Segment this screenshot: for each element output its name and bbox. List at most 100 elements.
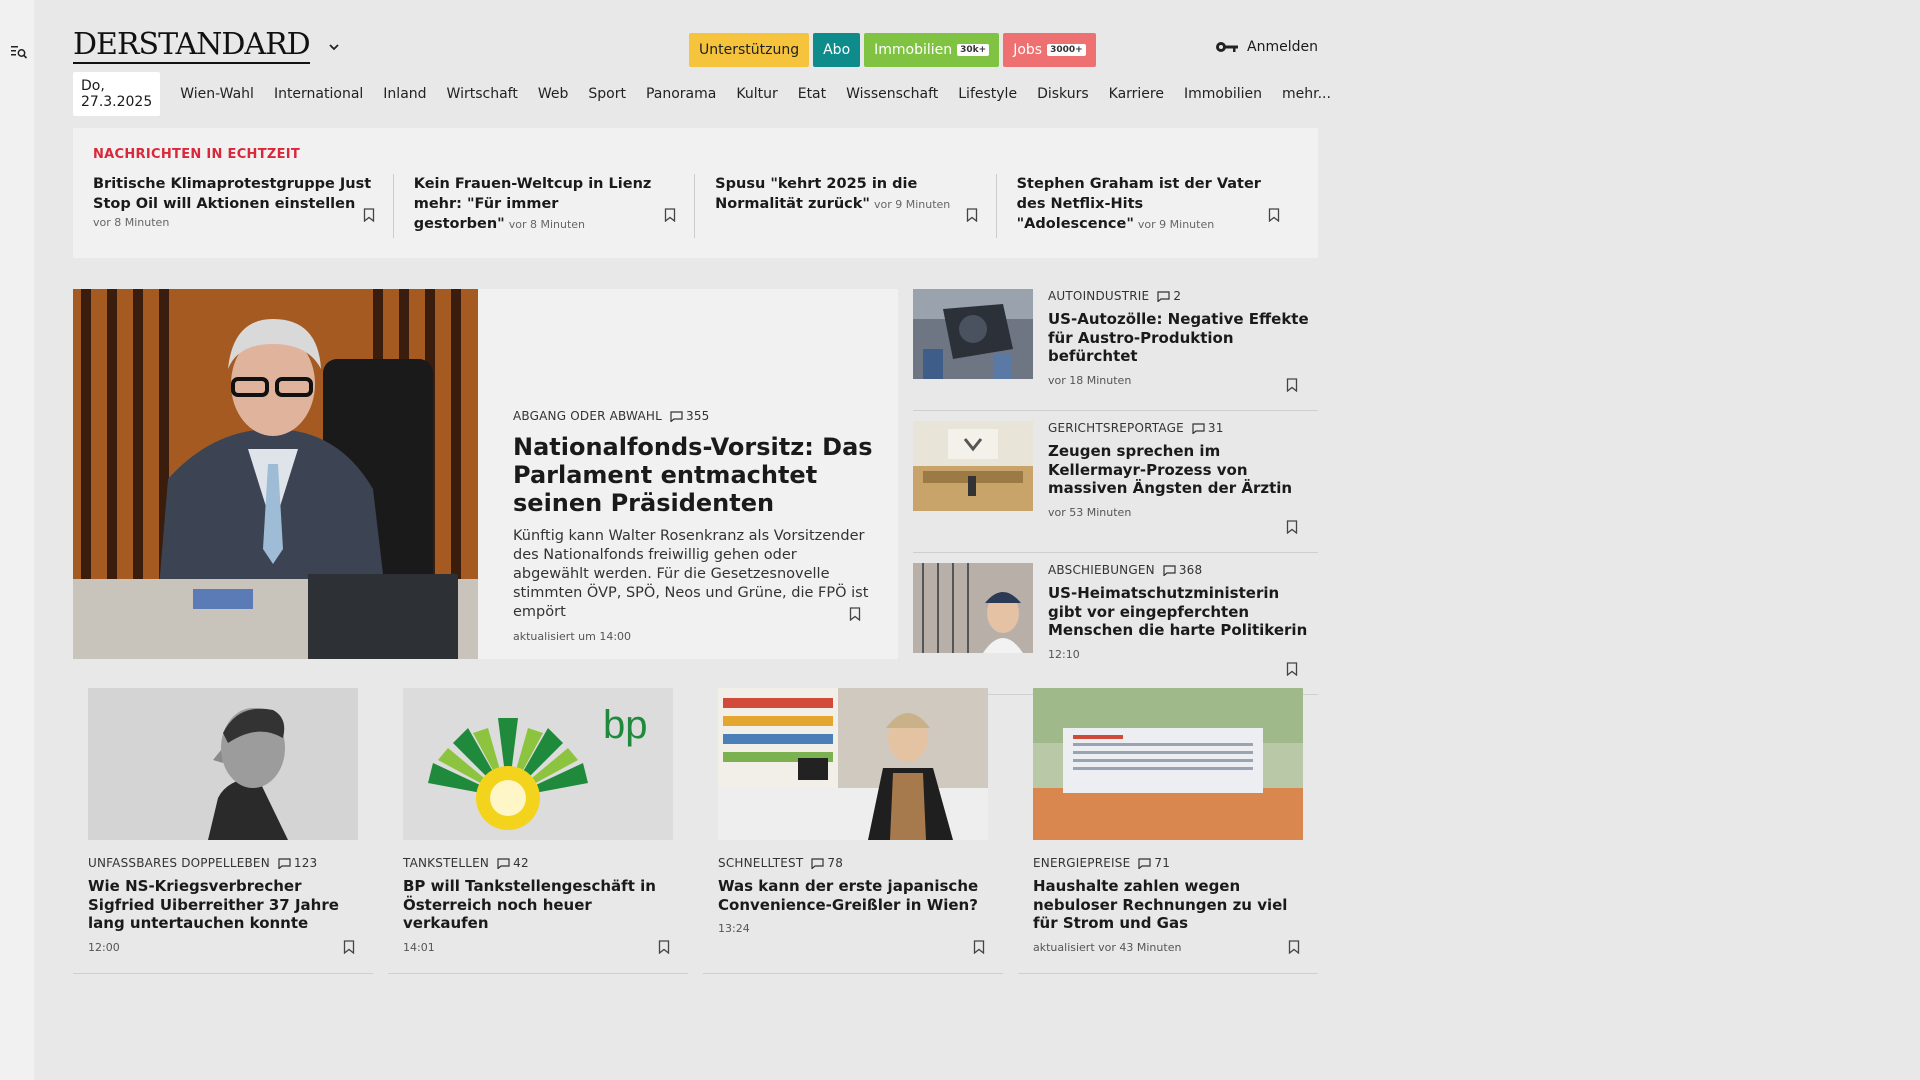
nav-item-diskurs[interactable]: Diskurs [1037,86,1089,102]
ticker-item[interactable]: Spusu "kehrt 2025 in die Normalität zurü… [695,174,997,238]
menu-search-icon[interactable] [10,43,28,61]
bookmark-icon[interactable] [1268,208,1280,222]
ticker-item[interactable]: Britische Klimaprotestgruppe Just Stop O… [93,174,394,238]
bookmark-icon[interactable] [1286,662,1298,676]
side-story[interactable]: AUTOINDUSTRIE 2 US-Autozölle: Negative E… [913,289,1318,411]
nav-item-etat[interactable]: Etat [798,86,826,102]
ticker-headline[interactable]: Britische Klimaprotestgruppe Just Stop O… [93,174,373,214]
nav-item-sport[interactable]: Sport [588,86,626,102]
lead-title[interactable]: Nationalfonds-Vorsitz: Das Parlament ent… [513,433,873,517]
bookmark-icon[interactable] [658,940,670,954]
story-card-image[interactable] [718,688,988,840]
side-story-body: ABSCHIEBUNGEN 368 US-Heimatschutzministe… [1048,563,1313,661]
bookmark-icon[interactable] [1286,378,1298,392]
nav-item-kultur[interactable]: Kultur [736,86,777,102]
side-story-body: GERICHTSREPORTAGE 31 Zeugen sprechen im … [1048,421,1313,519]
ticker-list: Britische Klimaprotestgruppe Just Stop O… [93,174,1298,238]
story-card[interactable]: bp TANKSTELLEN 42 BP will Tankstellenges… [388,688,688,974]
story-card[interactable]: UNFASSBARES DOPPELLEBEN 123 Wie NS-Krieg… [73,688,373,974]
left-rail [0,0,34,1080]
comment-count-value: 78 [827,856,844,870]
bookmark-icon[interactable] [1286,520,1298,534]
bookmark-icon[interactable] [966,208,978,222]
bookmark-icon[interactable] [973,940,985,954]
comment-count[interactable]: 78 [811,856,843,870]
jobs-label: Jobs [1013,42,1043,58]
date-label: Do, 27.3.2025 [73,72,161,116]
abo-button[interactable]: Abo [813,33,861,67]
side-time: 12:10 [1048,647,1080,661]
comment-count[interactable]: 31 [1192,421,1224,435]
ticker-headline[interactable]: Stephen Graham ist der Vater des Netflix… [1017,174,1278,235]
card-kicker: ENERGIEPREISE 71 [1033,856,1303,870]
immobilien-badge: 30k+ [957,44,990,56]
bookmark-icon[interactable] [664,208,676,222]
nav-item-inland[interactable]: Inland [383,86,426,102]
card-title[interactable]: Haushalte zahlen wegen nebuloser Rechnun… [1033,877,1303,933]
card-title[interactable]: BP will Tankstellengeschäft in Österreic… [403,877,673,933]
nav-item-web[interactable]: Web [538,86,569,102]
immobilien-button[interactable]: Immobilien 30k+ [864,33,1000,67]
comment-count-value: 355 [686,409,710,423]
nav-item-wissenschaft[interactable]: Wissenschaft [846,86,938,102]
comment-count[interactable]: 123 [278,856,318,870]
jobs-button[interactable]: Jobs 3000+ [1003,33,1096,67]
bookmark-icon[interactable] [363,208,375,222]
side-story-image[interactable] [913,289,1033,379]
abo-label: Abo [823,42,851,58]
nav-item-panorama[interactable]: Panorama [646,86,716,102]
side-title[interactable]: US-Autozölle: Negative Effekte für Austr… [1048,310,1313,366]
comment-count[interactable]: 355 [670,409,710,423]
chevron-down-icon[interactable] [328,41,340,53]
side-time: vor 18 Minuten [1048,373,1132,387]
card-title[interactable]: Was kann der erste japanische Convenienc… [718,877,988,914]
side-kicker: GERICHTSREPORTAGE 31 [1048,421,1313,435]
nav-item-immobilien[interactable]: Immobilien [1184,86,1262,102]
ticker-item[interactable]: Kein Frauen-Weltcup in Lienz mehr: "Für … [394,174,696,238]
side-story[interactable]: ABSCHIEBUNGEN 368 US-Heimatschutzministe… [913,563,1318,695]
login-button[interactable]: Anmelden [1215,39,1318,55]
page: DERSTANDARD Unterstützung Abo Immobilien… [73,0,1331,974]
side-title[interactable]: US-Heimatschutzministerin gibt vor einge… [1048,584,1313,640]
support-label: Unterstützung [699,42,800,58]
story-card[interactable]: SCHNELLTEST 78 Was kann der erste japani… [703,688,1003,974]
story-card-image[interactable] [88,688,358,840]
nav-item-wien-wahl[interactable]: Wien-Wahl [180,86,254,102]
ticker-title: NACHRICHTEN IN ECHTZEIT [93,147,301,162]
bookmark-icon[interactable] [849,607,861,621]
lead-image[interactable] [73,289,478,659]
ticker-headline[interactable]: Spusu "kehrt 2025 in die Normalität zurü… [715,174,975,215]
lead-kicker-text: ABGANG ODER ABWAHL [513,409,662,423]
side-stories: AUTOINDUSTRIE 2 US-Autozölle: Negative E… [913,289,1318,695]
side-kicker-text: AUTOINDUSTRIE [1048,289,1150,303]
story-card-image[interactable]: bp [403,688,673,840]
comment-count[interactable]: 368 [1163,563,1203,577]
nav-item-international[interactable]: International [274,86,363,102]
bookmark-icon[interactable] [1288,940,1300,954]
nav-item-lifestyle[interactable]: Lifestyle [958,86,1017,102]
side-story[interactable]: GERICHTSREPORTAGE 31 Zeugen sprechen im … [913,421,1318,553]
story-card[interactable]: ENERGIEPREISE 71 Haushalte zahlen wegen … [1018,688,1318,974]
card-title[interactable]: Wie NS-Kriegsverbrecher Sigfried Uiberre… [88,877,358,933]
support-button[interactable]: Unterstützung [689,33,810,67]
site-logo[interactable]: DERSTANDARD [73,29,311,64]
nav-item-karriere[interactable]: Karriere [1109,86,1164,102]
side-story-image[interactable] [913,421,1033,511]
nav-item-more[interactable]: mehr... [1282,86,1331,102]
side-story-image[interactable] [913,563,1033,653]
side-title[interactable]: Zeugen sprechen im Kellermayr-Prozess vo… [1048,442,1313,498]
ticker-headline[interactable]: Kein Frauen-Weltcup in Lienz mehr: "Für … [414,174,674,235]
card-time: 13:24 [718,922,750,935]
nav-item-wirtschaft[interactable]: Wirtschaft [447,86,518,102]
comment-count[interactable]: 71 [1138,856,1170,870]
card-kicker-text: TANKSTELLEN [403,856,490,870]
lead-story[interactable]: ABGANG ODER ABWAHL 355 Nationalfonds-Vor… [73,289,898,659]
login-label: Anmelden [1247,39,1318,55]
story-card-image[interactable] [1033,688,1303,840]
live-ticker: NACHRICHTEN IN ECHTZEIT Britische Klimap… [73,128,1318,258]
comment-count[interactable]: 2 [1157,289,1181,303]
jobs-badge: 3000+ [1047,44,1086,56]
comment-count[interactable]: 42 [497,856,529,870]
bookmark-icon[interactable] [343,940,355,954]
ticker-item[interactable]: Stephen Graham ist der Vater des Netflix… [997,174,1298,238]
